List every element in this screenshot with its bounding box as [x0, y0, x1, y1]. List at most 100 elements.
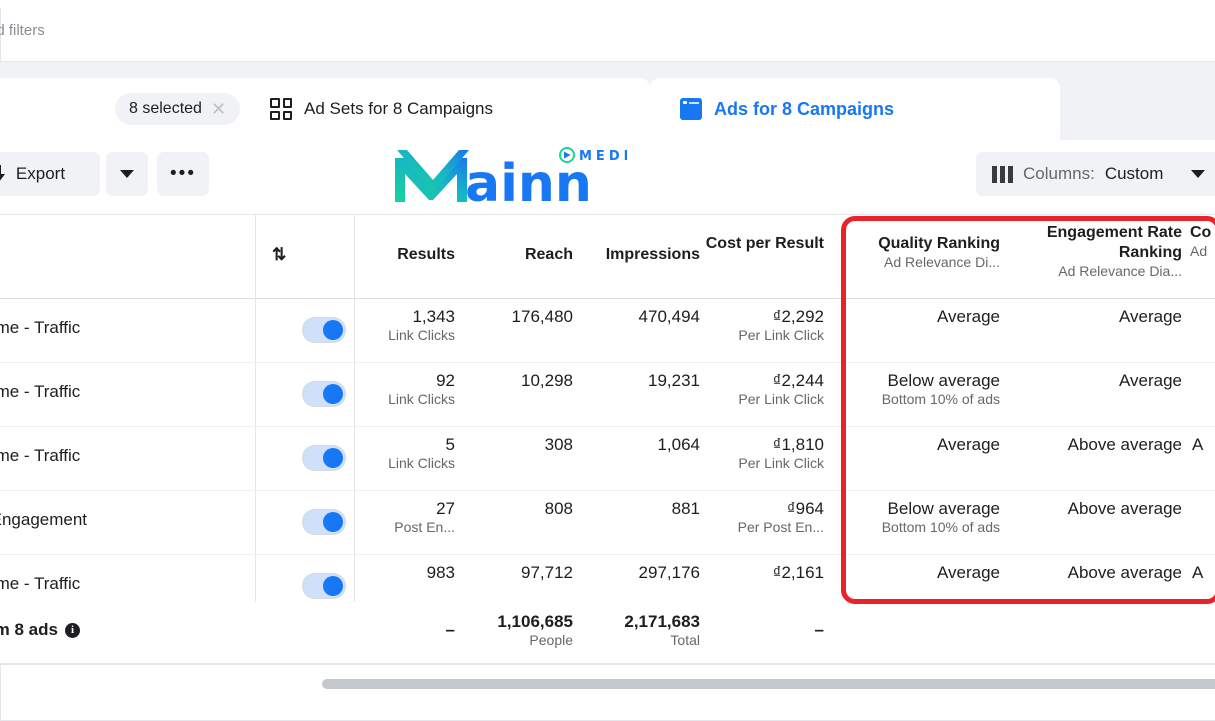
ad-name[interactable]: ult name - Traffic — [0, 318, 80, 338]
header-quality-ranking-sublabel: Ad Relevance Di... — [884, 253, 1000, 270]
cell-cost-per-result: ₫2,244 Per Link Click — [680, 371, 824, 408]
cell-engagement-ranking: Above average — [1010, 499, 1182, 519]
cell-reach: 97,712 — [440, 563, 573, 583]
scrollbar-track — [0, 664, 1215, 665]
ad-name[interactable]: ult name - Traffic — [0, 574, 80, 594]
table-scroll-area — [0, 664, 1215, 721]
close-icon[interactable]: ✕ — [211, 100, 226, 118]
cell-cost-sub: Per Post En... — [737, 519, 824, 536]
cell-cost-sub: Per Link Click — [738, 455, 824, 472]
header-quality-ranking[interactable]: Quality Ranking Ad Relevance Di... — [855, 234, 1000, 271]
left-frame-border — [0, 664, 1, 721]
table-body: ult name - Traffic 1,343 Link Clicks 176… — [0, 299, 1215, 619]
cell-engagement-ranking: Average — [1010, 371, 1182, 391]
columns-value-label: Custom — [1104, 164, 1164, 183]
table-row[interactable]: ult name - Traffic 1,343 Link Clicks 176… — [0, 299, 1215, 363]
cell-engagement-value: Average — [1118, 371, 1182, 390]
selection-chip[interactable]: 8 selected ✕ — [115, 93, 241, 125]
cell-cost-sub: Per Link Click — [738, 391, 824, 408]
table-row[interactable]: : "" - Engagement 27 Post En... 808 881 … — [0, 491, 1215, 555]
cell-engagement-value: Average — [1118, 307, 1182, 326]
svg-text:MEDIA: MEDIA — [579, 149, 627, 164]
download-icon — [0, 165, 7, 183]
table-row[interactable]: ult name - Traffic 92 Link Clicks 10,298… — [0, 363, 1215, 427]
header-results-label: Results — [397, 246, 455, 263]
tab-ad-sets-label: Ad Sets for 8 Campaigns — [304, 99, 494, 118]
columns-button[interactable]: Columns: Custom — [976, 152, 1215, 196]
header-results[interactable]: Results — [300, 245, 455, 265]
header-engagement-rate-ranking-label: Engagement Rate Ranking — [1046, 224, 1182, 261]
cell-engagement-value: Above average — [1067, 563, 1182, 582]
header-reach[interactable]: Reach — [440, 245, 573, 265]
mainn-media-logo: ainn MEDIA — [387, 144, 643, 214]
cell-results: 92 Link Clicks — [300, 371, 455, 408]
cell-results-sub: Link Clicks — [388, 327, 455, 344]
cell-reach-value: 10,298 — [521, 371, 573, 390]
header-conversion-ranking[interactable]: Co Ad — [1190, 223, 1215, 260]
cell-impressions-value: 881 — [671, 499, 700, 518]
more-options-button[interactable]: ••• — [157, 152, 209, 196]
cell-cost-per-result: ₫2,292 Per Link Click — [680, 307, 824, 344]
cell-impressions: 19,231 — [560, 371, 700, 391]
tab-ads[interactable]: Ads for 8 Campaigns — [650, 78, 1060, 140]
cell-quality-ranking: Average — [855, 435, 1000, 455]
cell-cost-value: ₫2,244 — [772, 371, 824, 390]
ads-manager-screen: dd filters 8 selected ✕ Ad Sets for 8 Ca… — [0, 0, 1215, 721]
cell-quality-ranking: Below average Bottom 10% of ads — [855, 371, 1000, 408]
totals-impressions: 2,171,683 Total — [560, 612, 700, 649]
export-button[interactable]: Export — [0, 152, 100, 196]
cell-reach: 308 — [440, 435, 573, 455]
ad-name[interactable]: : "" - Engagement — [0, 510, 87, 530]
table-row[interactable]: ult name - Traffic 5 Link Clicks 308 1,0… — [0, 427, 1215, 491]
header-quality-ranking-label: Quality Ranking — [878, 235, 1000, 252]
cell-cost-per-result: ₫964 Per Post En... — [680, 499, 824, 536]
cell-reach-value: 97,712 — [521, 563, 573, 582]
columns-prefix-label: Columns: — [1023, 164, 1095, 183]
cell-quality-sub: Bottom 10% of ads — [881, 519, 1000, 536]
filter-bar: dd filters — [0, 0, 1215, 62]
totals-cost: – — [680, 620, 824, 640]
totals-results-value: – — [445, 620, 455, 639]
horizontal-scrollbar[interactable] — [322, 679, 1215, 689]
header-impressions[interactable]: Impressions — [560, 245, 700, 265]
cell-quality-ranking: Below average Bottom 10% of ads — [855, 499, 1000, 536]
cell-results-value: 92 — [436, 371, 455, 390]
cell-quality-ranking: Average — [855, 563, 1000, 583]
svg-text:ainn: ainn — [465, 154, 592, 206]
cell-impressions: 470,494 — [560, 307, 700, 327]
cell-results: 27 Post En... — [300, 499, 455, 536]
add-filters-placeholder[interactable]: dd filters — [0, 22, 45, 39]
export-dropdown-button[interactable] — [106, 152, 148, 196]
more-icon: ••• — [170, 163, 196, 184]
chevron-down-icon — [1191, 170, 1205, 178]
header-engagement-rate-ranking-sublabel: Ad Relevance Dia... — [1058, 262, 1182, 279]
cell-results-value: 1,343 — [412, 307, 455, 326]
cell-results-sub: Link Clicks — [388, 455, 455, 472]
header-engagement-rate-ranking[interactable]: Engagement Rate Ranking Ad Relevance Dia… — [1010, 223, 1182, 280]
columns-icon — [992, 165, 1013, 183]
cell-conversion-value: A — [1192, 435, 1204, 454]
cell-cost-value: ₫2,292 — [772, 307, 824, 326]
header-cost-per-result[interactable]: Cost per Result — [680, 234, 824, 254]
cell-engagement-ranking: Above average — [1010, 563, 1182, 583]
cell-results-sub: Post En... — [394, 519, 455, 536]
grid-icon — [270, 98, 293, 120]
chevron-down-icon — [120, 170, 134, 178]
cell-impressions: 881 — [560, 499, 700, 519]
cell-reach-value: 808 — [544, 499, 573, 518]
info-icon[interactable]: i — [64, 622, 80, 638]
cell-quality-value: Below average — [887, 499, 1000, 518]
tab-ad-sets[interactable]: 8 selected ✕ Ad Sets for 8 Campaigns — [0, 78, 650, 140]
cell-results: 5 Link Clicks — [300, 435, 455, 472]
cell-engagement-value: Above average — [1067, 435, 1182, 454]
sort-toggle-icon[interactable]: ⇅ — [272, 245, 286, 265]
cell-cost-sub: Per Link Click — [738, 327, 824, 344]
totals-reach-sub: People — [529, 632, 573, 649]
selection-chip-label: 8 selected — [129, 100, 202, 117]
cell-results-value: 983 — [426, 563, 455, 582]
cell-impressions: 297,176 — [560, 563, 700, 583]
cell-impressions-value: 470,494 — [638, 307, 700, 326]
ad-name[interactable]: ult name - Traffic — [0, 382, 80, 402]
ad-name[interactable]: ult name - Traffic — [0, 446, 80, 466]
cell-quality-ranking: Average — [855, 307, 1000, 327]
